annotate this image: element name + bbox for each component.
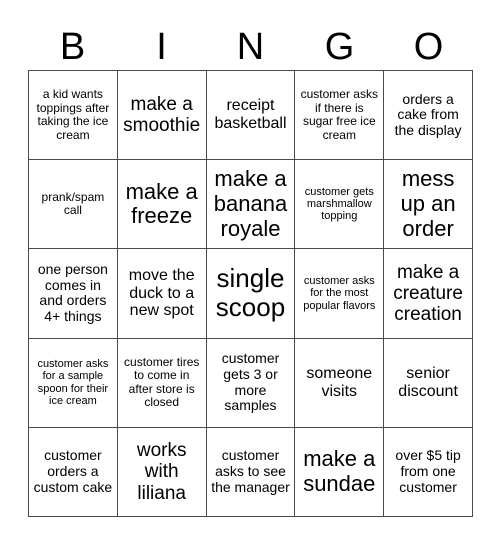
bingo-cell[interactable]: someone visits [295, 338, 385, 428]
bingo-cell[interactable]: orders a cake from the display [384, 71, 473, 161]
bingo-cell[interactable]: mess up an order [384, 160, 473, 250]
bingo-cell-text: a kid wants toppings after taking the ic… [36, 87, 110, 142]
bingo-cell[interactable]: customer gets marshmallow topping [295, 160, 385, 250]
bingo-cell-text: works with liliana [136, 439, 187, 504]
bingo-cell-text: make a creature creation [393, 261, 463, 326]
bingo-cell-text: make a sundae [303, 446, 376, 496]
bingo-cell[interactable]: customer gets 3 or more samples [206, 338, 296, 428]
bingo-cell[interactable]: customer asks to see the manager [206, 427, 296, 517]
header-letter-i: I [156, 26, 167, 68]
bingo-cell-text: mess up an order [400, 166, 456, 241]
bingo-cell[interactable]: customer tires to come in after store is… [117, 338, 207, 428]
bingo-cell-text: one person comes in and orders 4+ things [37, 261, 108, 325]
bingo-cell[interactable]: make a sundae [295, 427, 385, 517]
bingo-header: B I N G O [28, 24, 473, 70]
header-letter-n: N [236, 26, 265, 68]
bingo-cell[interactable]: make a freeze [117, 160, 207, 250]
bingo-cell[interactable]: one person comes in and orders 4+ things [29, 249, 118, 339]
bingo-cell[interactable]: make a creature creation [384, 249, 473, 339]
bingo-cell[interactable]: customer orders a custom cake [29, 427, 118, 517]
bingo-cell-text: move the duck to a new spot [128, 266, 195, 320]
bingo-cell[interactable]: customer asks if there is sugar free ice… [295, 71, 385, 161]
bingo-cell-text: customer gets 3 or more samples [221, 350, 280, 414]
bingo-cell[interactable]: senior discount [384, 338, 473, 428]
bingo-cell-text: orders a cake from the display [394, 90, 462, 138]
bingo-cell[interactable]: works with liliana [117, 427, 207, 517]
bingo-cell-text: over $5 tip from one customer [395, 447, 461, 495]
header-letter-b: B [59, 26, 86, 68]
bingo-cell-text: customer tires to come in after store is… [124, 354, 200, 410]
bingo-cell-text: senior discount [398, 364, 458, 400]
header-letter-g: G [324, 26, 355, 68]
bingo-cell[interactable]: over $5 tip from one customer [384, 427, 473, 517]
bingo-cell-text: customer orders a custom cake [33, 447, 113, 495]
header-letter-o: O [413, 26, 444, 68]
bingo-cell-text: make a banana royale [213, 166, 288, 241]
bingo-cell-text: make a smoothie [123, 93, 201, 137]
bingo-cell[interactable]: make a banana royale [206, 160, 296, 250]
bingo-cell[interactable]: a kid wants toppings after taking the ic… [29, 71, 118, 161]
bingo-cell-text: customer asks for a sample spoon for the… [37, 358, 109, 407]
bingo-cell-text: make a freeze [125, 178, 198, 229]
bingo-cell[interactable]: customer asks for a sample spoon for the… [29, 338, 118, 428]
bingo-cell-text: someone visits [306, 364, 373, 400]
bingo-cell[interactable]: move the duck to a new spot [117, 249, 207, 339]
bingo-cell[interactable]: single scoop [206, 249, 296, 339]
bingo-cell[interactable]: customer asks for the most popular flavo… [295, 249, 385, 339]
bingo-cell-text: single scoop [215, 263, 286, 323]
bingo-cell[interactable]: make a smoothie [117, 71, 207, 161]
bingo-cell-text: customer asks if there is sugar free ice… [300, 87, 378, 142]
bingo-card: B I N G O a kid wants toppings after tak… [0, 0, 500, 544]
bingo-cell-text: customer asks to see the manager [211, 447, 290, 495]
bingo-cell-text: prank/spam call [41, 189, 105, 218]
bingo-grid: a kid wants toppings after taking the ic… [28, 70, 473, 517]
bingo-cell[interactable]: receipt basketball [206, 71, 296, 161]
bingo-cell-text: customer gets marshmallow topping [304, 185, 374, 223]
bingo-cell-text: customer asks for the most popular flavo… [303, 275, 376, 312]
bingo-cell-text: receipt basketball [214, 97, 287, 133]
bingo-cell[interactable]: prank/spam call [29, 160, 118, 250]
